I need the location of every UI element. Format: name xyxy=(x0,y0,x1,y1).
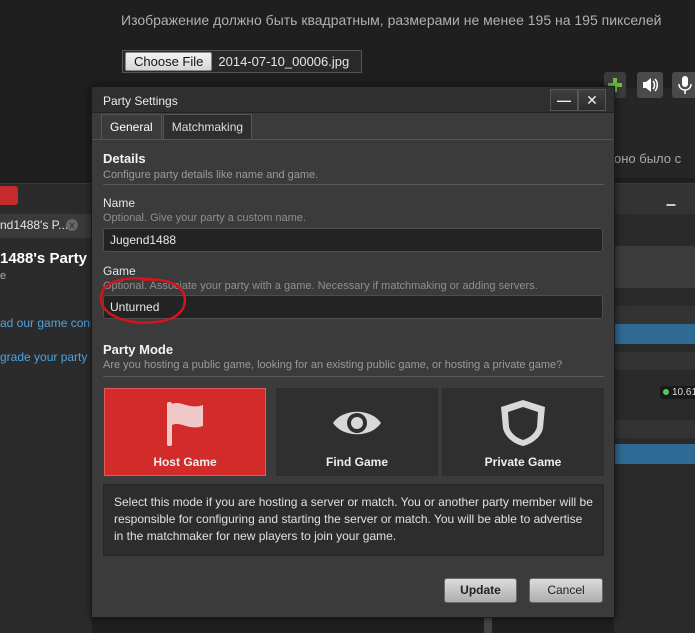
tab-general[interactable]: General xyxy=(101,114,162,139)
mode-info-box: Select this mode if you are hosting a se… xyxy=(103,484,604,556)
background-link-upgrade-party[interactable]: grade your party t xyxy=(0,350,94,364)
file-upload-field: Choose File 2014-07-10_00006.jpg xyxy=(122,50,362,73)
party-settings-dialog: Party Settings — ✕ General Matchmaking D… xyxy=(91,86,615,618)
details-description: Configure party details like name and ga… xyxy=(103,169,319,181)
party-mode-description: Are you hosting a public game, looking f… xyxy=(103,359,563,371)
tab-close-icon[interactable]: x xyxy=(66,219,78,231)
background-app-window-right xyxy=(614,183,695,633)
background-party-title: 1488's Party xyxy=(0,250,87,267)
cancel-button[interactable]: Cancel xyxy=(529,578,603,603)
tab-bar: General Matchmaking xyxy=(101,114,253,139)
party-mode-heading: Party Mode xyxy=(103,342,174,357)
minimize-icon: — xyxy=(557,92,571,108)
mode-info-text: Select this mode if you are hosting a se… xyxy=(114,495,593,543)
find-game-option[interactable]: Find Game xyxy=(276,388,438,476)
tab-matchmaking[interactable]: Matchmaking xyxy=(162,114,253,139)
private-game-label: Private Game xyxy=(484,455,562,469)
name-hint: Optional. Give your party a custom name. xyxy=(103,212,306,224)
divider xyxy=(103,184,604,185)
background-highlight-row xyxy=(614,324,695,344)
name-label: Name xyxy=(103,196,136,210)
background-row xyxy=(614,352,695,370)
server-ip-badge: 10.61 xyxy=(660,386,695,399)
find-game-label: Find Game xyxy=(325,455,388,469)
party-name-input[interactable]: Jugend1488 xyxy=(103,228,603,252)
image-requirement-text: Изображение должно быть квадратным, разм… xyxy=(121,12,662,28)
shield-icon xyxy=(501,400,545,446)
choose-file-button[interactable]: Choose File xyxy=(125,52,213,71)
microphone-icon[interactable] xyxy=(672,72,695,98)
speaker-icon[interactable] xyxy=(637,72,663,98)
details-heading: Details xyxy=(103,151,146,166)
general-tab-content: Details Configure party details like nam… xyxy=(93,139,613,569)
host-game-option[interactable]: Host Game xyxy=(104,388,266,476)
flag-icon xyxy=(167,402,203,446)
update-button[interactable]: Update xyxy=(444,578,517,603)
close-icon: ✕ xyxy=(586,92,598,108)
background-link-game-connection[interactable]: ad our game conn xyxy=(0,316,97,330)
minimize-icon[interactable] xyxy=(666,192,676,206)
dialog-title: Party Settings xyxy=(103,94,178,108)
host-game-label: Host Game xyxy=(153,455,217,469)
close-button[interactable]: ✕ xyxy=(578,89,606,111)
background-party-subtitle: e xyxy=(0,270,7,282)
private-game-option[interactable]: Private Game xyxy=(442,388,604,476)
annotation-circle-icon xyxy=(99,277,187,324)
divider xyxy=(103,376,604,377)
background-party-tab[interactable]: nd1488's P... xyxy=(0,214,92,238)
background-toolbar xyxy=(614,246,695,288)
background-highlight-row xyxy=(614,444,695,464)
background-text-fragment: оно было с xyxy=(614,151,682,166)
minimize-button[interactable]: — xyxy=(550,89,578,111)
background-red-button[interactable] xyxy=(0,186,18,205)
dialog-titlebar[interactable]: Party Settings — ✕ xyxy=(92,87,614,113)
background-row xyxy=(614,306,695,324)
background-row xyxy=(614,420,695,438)
eye-icon xyxy=(333,411,381,435)
background-window-titlebar xyxy=(614,184,695,214)
selected-file-name: 2014-07-10_00006.jpg xyxy=(218,54,350,69)
